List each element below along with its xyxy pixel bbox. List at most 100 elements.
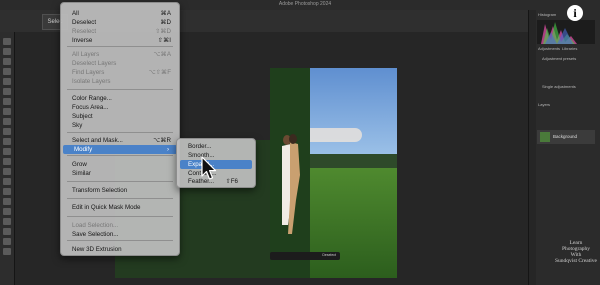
- tool-icon[interactable]: [3, 148, 11, 155]
- tool-icon[interactable]: [3, 248, 11, 255]
- select-menu-item[interactable]: Edit in Quick Mask Mode: [61, 203, 179, 212]
- menu-item-label: New 3D Extrusion: [72, 246, 122, 253]
- select-menu-item[interactable]: Inverse ⇧⌘I: [61, 36, 179, 45]
- menu-item-shortcut: ⇧F6: [225, 178, 238, 185]
- tools-panel: [0, 32, 15, 285]
- select-menu-item[interactable]: Transform Selection: [61, 186, 179, 195]
- tool-icon[interactable]: [3, 218, 11, 225]
- tool-icon[interactable]: [3, 118, 11, 125]
- menu-item-shortcut: ⌥⌘A: [153, 51, 171, 58]
- select-menu-item[interactable]: Modify ›: [63, 145, 177, 154]
- tool-icon[interactable]: [3, 38, 11, 45]
- select-menu-item[interactable]: Focus Area...: [61, 103, 179, 112]
- histogram-graph: [537, 20, 595, 44]
- tool-icon[interactable]: [3, 138, 11, 145]
- select-menu-item[interactable]: Subject: [61, 112, 179, 121]
- menu-item-label: Reselect: [72, 28, 97, 35]
- select-menu-item[interactable]: Sky: [61, 121, 179, 130]
- watermark-line: Sundqvist Creative: [554, 258, 597, 264]
- menu-item-label: Focus Area...: [72, 104, 109, 111]
- select-menu-item[interactable]: Load Selection...: [61, 221, 179, 230]
- menu-item-shortcut: ⇧⌘D: [155, 28, 171, 35]
- single-adjustments-label[interactable]: Single adjustments: [542, 84, 576, 89]
- menu-separator: [67, 155, 173, 156]
- tool-icon[interactable]: [3, 178, 11, 185]
- tab-adjustments[interactable]: Adjustments: [538, 46, 560, 51]
- contextual-task-bar[interactable]: Deselect: [270, 252, 340, 260]
- modify-submenu-item[interactable]: Border...: [180, 142, 252, 151]
- menu-item-shortcut: ⌘D: [160, 19, 171, 26]
- tool-icon[interactable]: [3, 58, 11, 65]
- menu-item-label: Deselect Layers: [72, 60, 117, 67]
- menu-item-shortcut: ⌥⇧⌘F: [148, 69, 171, 76]
- select-menu-item[interactable]: Save Selection...: [61, 230, 179, 239]
- menu-item-label: Modify: [74, 146, 93, 153]
- menu-separator: [67, 181, 173, 182]
- menu-item-label: Inverse: [72, 37, 93, 44]
- menu-item-label: Sky: [72, 122, 83, 129]
- select-menu[interactable]: All ⌘A Deselect ⌘D Reselect ⇧⌘D Inverse ⇧⌘I All …: [60, 2, 180, 256]
- adjustment-presets-label[interactable]: Adjustment presets: [542, 56, 576, 61]
- select-menu-item[interactable]: All Layers ⌥⌘A: [61, 50, 179, 59]
- tab-histogram[interactable]: Histogram: [538, 12, 556, 17]
- menu-separator: [67, 89, 173, 90]
- couple-figure: [282, 134, 300, 234]
- select-menu-item[interactable]: Find Layers ⌥⇧⌘F: [61, 68, 179, 77]
- info-icon[interactable]: i: [567, 5, 583, 21]
- menu-separator: [67, 132, 173, 133]
- select-menu-item[interactable]: Deselect Layers: [61, 59, 179, 68]
- tab-layers[interactable]: Layers: [538, 102, 550, 107]
- menu-item-label: Subject: [72, 113, 93, 120]
- tool-icon[interactable]: [3, 48, 11, 55]
- menu-item-shortcut: ⌘A: [160, 10, 171, 17]
- menu-item-label: Color Range...: [72, 95, 112, 102]
- menu-separator: [67, 46, 173, 47]
- select-menu-item[interactable]: Reselect ⇧⌘D: [61, 27, 179, 36]
- tab-libraries[interactable]: Libraries: [562, 46, 577, 51]
- tool-icon[interactable]: [3, 188, 11, 195]
- select-menu-item[interactable]: Color Range...: [61, 94, 179, 103]
- tool-icon[interactable]: [3, 238, 11, 245]
- select-menu-item[interactable]: Similar: [61, 169, 179, 178]
- select-menu-item[interactable]: Select and Mask... ⌥⌘R: [61, 136, 179, 145]
- layer-thumbnail: [540, 132, 550, 142]
- tool-icon[interactable]: [3, 88, 11, 95]
- tool-icon[interactable]: [3, 68, 11, 75]
- menu-item-label: Isolate Layers: [72, 78, 111, 85]
- tool-icon[interactable]: [3, 78, 11, 85]
- menu-item-label: Edit in Quick Mask Mode: [72, 204, 141, 211]
- select-menu-item[interactable]: All ⌘A: [61, 9, 179, 18]
- select-menu-item[interactable]: Isolate Layers: [61, 77, 179, 86]
- menu-item-label: Similar: [72, 170, 91, 177]
- menu-separator: [67, 198, 173, 199]
- layer-background[interactable]: Background: [537, 130, 595, 144]
- menu-item-shortcut: ⌥⌘R: [153, 137, 171, 144]
- menu-item-shortcut: ›: [166, 146, 169, 153]
- menu-item-label: Grow: [72, 161, 87, 168]
- select-menu-item[interactable]: Deselect ⌘D: [61, 18, 179, 27]
- menu-item-label: Border...: [188, 143, 212, 150]
- menu-item-label: Save Selection...: [72, 231, 119, 238]
- menu-item-label: Transform Selection: [72, 187, 128, 194]
- deselect-label[interactable]: Deselect: [322, 253, 336, 257]
- menu-item-label: Deselect: [72, 19, 97, 26]
- menu-separator: [67, 240, 173, 241]
- tool-icon[interactable]: [3, 128, 11, 135]
- menu-item-label: All Layers: [72, 51, 100, 58]
- tool-icon[interactable]: [3, 158, 11, 165]
- tool-icon[interactable]: [3, 198, 11, 205]
- tool-icon[interactable]: [3, 208, 11, 215]
- menu-item-label: All: [72, 10, 79, 17]
- tool-icon[interactable]: [3, 168, 11, 175]
- watermark: Learn Photography With Sundqvist Creative: [553, 240, 599, 264]
- menu-item-label: Load Selection...: [72, 222, 119, 229]
- mouse-cursor-icon: [201, 156, 217, 180]
- menu-item-label: Select and Mask...: [72, 137, 123, 144]
- select-menu-item[interactable]: New 3D Extrusion: [61, 245, 179, 254]
- tool-icon[interactable]: [3, 228, 11, 235]
- menu-item-shortcut: ⇧⌘I: [157, 37, 171, 44]
- menu-separator: [67, 216, 173, 217]
- select-menu-item[interactable]: Grow: [61, 160, 179, 169]
- tool-icon[interactable]: [3, 98, 11, 105]
- tool-icon[interactable]: [3, 108, 11, 115]
